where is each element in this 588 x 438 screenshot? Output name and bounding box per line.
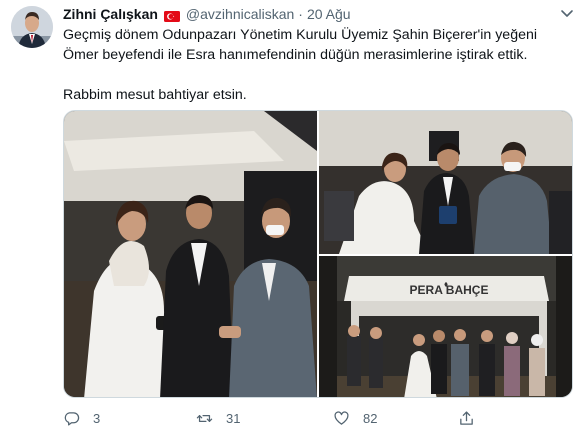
pera-bahce-sign-text: PERA BAHÇE [410, 283, 489, 297]
tweet[interactable]: Zihni Çalışkan @avzihnicaliskan · 20 Ağu… [0, 0, 588, 438]
turkey-flag-icon [163, 9, 180, 22]
tweet-date[interactable]: 20 Ağu [307, 6, 351, 22]
like-button[interactable]: 82 [333, 408, 377, 428]
wedding-photo-1[interactable] [64, 111, 317, 397]
separator-dot: · [298, 6, 303, 22]
tweet-text: Geçmiş dönem Odunpazarı Yönetim Kurulu Ü… [63, 25, 578, 105]
chevron-down-icon[interactable] [560, 6, 574, 17]
media-grid: PERA BAHÇE [63, 110, 573, 398]
wedding-photo-3[interactable]: PERA BAHÇE [319, 256, 572, 397]
author-handle[interactable]: @avzihnicaliskan [186, 6, 294, 22]
avatar[interactable] [11, 6, 53, 48]
tweet-text-line: Rabbim mesut bahtiyar etsin. [63, 87, 247, 103]
retweet-count: 31 [226, 410, 241, 426]
reply-icon [64, 411, 80, 426]
share-button[interactable] [458, 408, 488, 428]
author-name[interactable]: Zihni Çalışkan [63, 6, 158, 22]
tweet-actions: 3 31 82 [63, 408, 473, 428]
like-count: 82 [363, 410, 378, 426]
share-icon [460, 410, 473, 425]
heart-icon [334, 410, 349, 425]
reply-button[interactable]: 3 [63, 408, 100, 428]
retweet-icon [196, 414, 213, 422]
tweet-text-line: Geçmiş dönem Odunpazarı Yönetim Kurulu Ü… [63, 27, 538, 43]
tweet-header: Zihni Çalışkan @avzihnicaliskan · 20 Ağu [63, 5, 351, 23]
wedding-photo-2[interactable] [319, 111, 572, 254]
reply-count: 3 [93, 410, 101, 426]
retweet-button[interactable]: 31 [196, 408, 240, 428]
tweet-text-line: Ömer beyefendi ile Esra hanımefendinin d… [63, 47, 528, 63]
